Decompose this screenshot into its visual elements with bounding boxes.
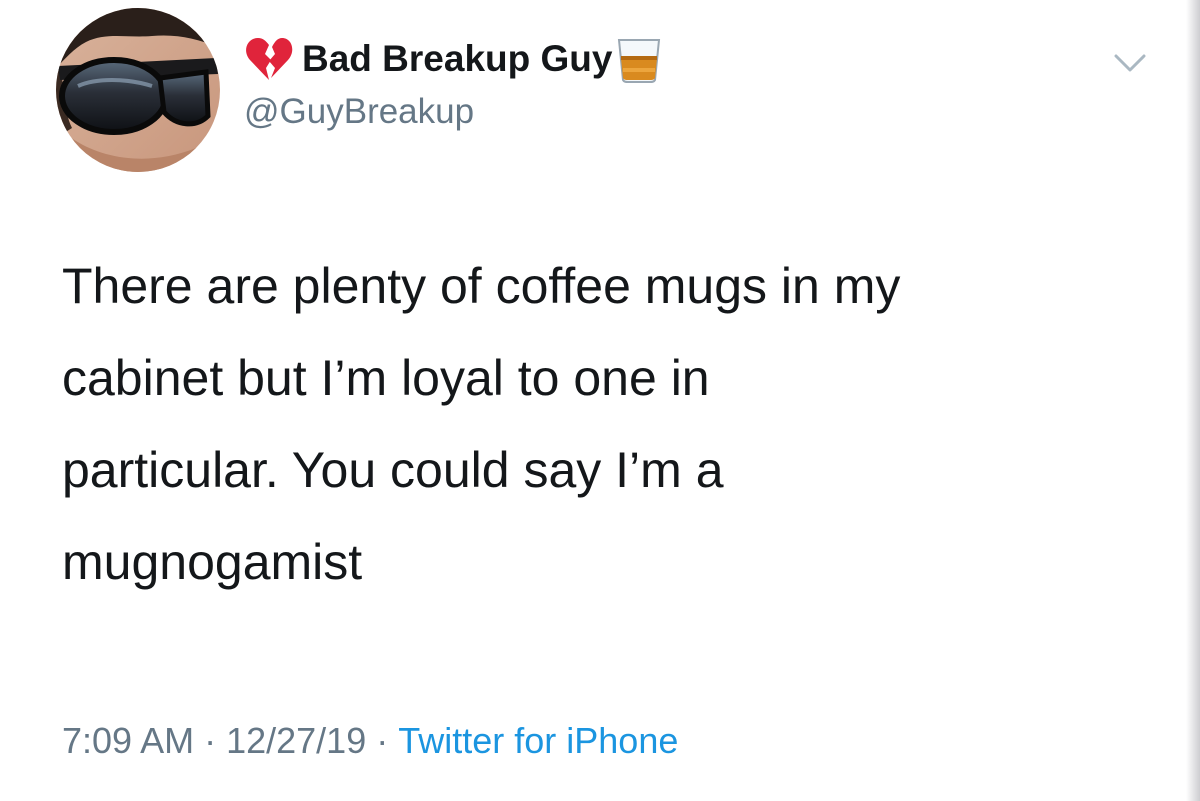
broken-heart-icon [244,34,294,84]
tweet-text: There are plenty of coffee mugs in my ca… [62,240,1142,608]
tweet-meta: 7:09 AM · 12/27/19 · Twitter for iPhone [62,716,678,766]
tweet-card: Bad Breakup Guy @GuyBreakup There are pl… [0,0,1200,801]
tweet-text-line: cabinet but I’m loyal to one in [62,350,710,406]
author-handle[interactable]: @GuyBreakup [244,90,474,134]
tweet-text-line: mugnogamist [62,534,363,590]
edge-shadow [1186,0,1200,801]
tweet-text-line: There are plenty of coffee mugs in my [62,258,901,314]
whiskey-glass-icon [614,34,664,84]
display-name: Bad Breakup Guy [302,38,613,79]
chevron-down-icon[interactable] [1112,48,1148,76]
display-name-row[interactable]: Bad Breakup Guy [244,34,664,84]
meta-separator: · [376,720,389,761]
avatar-photo [56,8,220,172]
tweet-source-link[interactable]: Twitter for iPhone [398,720,678,761]
avatar[interactable] [56,8,220,172]
tweet-date[interactable]: 12/27/19 [226,720,366,761]
meta-separator: · [204,720,217,761]
tweet-text-line: particular. You could say I’m a [62,442,724,498]
tweet-time[interactable]: 7:09 AM [62,720,194,761]
